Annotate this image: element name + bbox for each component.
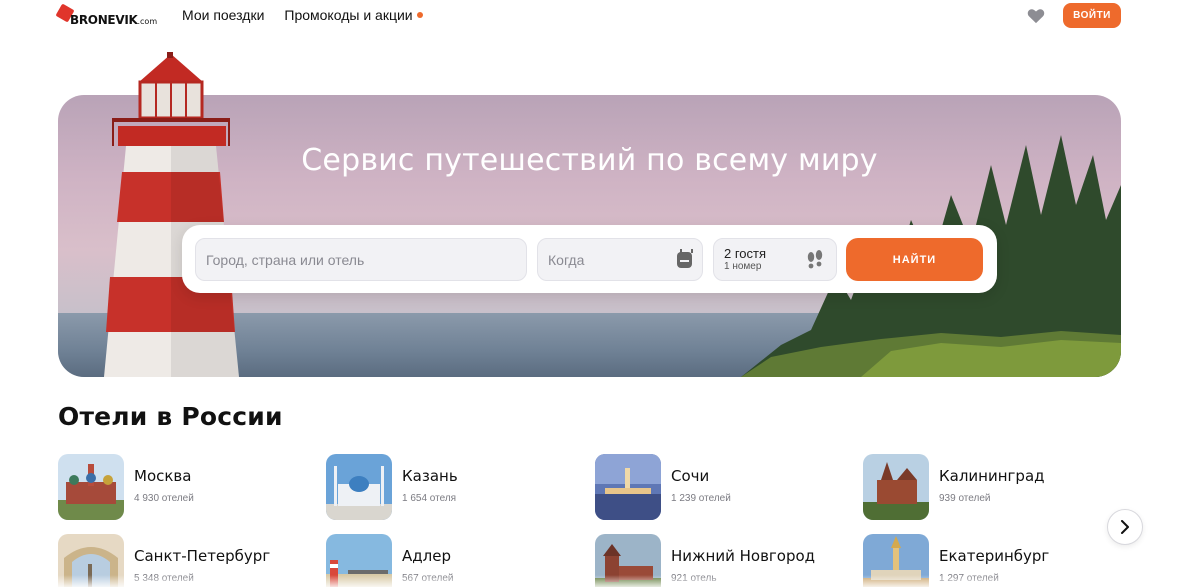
city-name: Адлер xyxy=(402,547,451,565)
guests-selector[interactable]: 2 гостя 1 номер xyxy=(713,238,837,281)
city-name: Нижний Новгород xyxy=(671,547,816,565)
calendar-icon xyxy=(677,249,693,268)
city-name: Москва xyxy=(134,467,192,485)
city-card-adler[interactable]: Адлер 567 отелей xyxy=(326,534,576,587)
nav-my-trips[interactable]: Мои поездки xyxy=(182,7,264,23)
city-hotel-count: 921 отель xyxy=(671,573,717,584)
date-input[interactable]: Когда xyxy=(537,238,703,281)
city-thumb-saint-petersburg xyxy=(58,534,124,587)
nav-promos-label: Промокоды и акции xyxy=(284,7,413,23)
city-card-kaliningrad[interactable]: Калининград 939 отелей xyxy=(863,454,1113,520)
chevron-right-icon xyxy=(1121,520,1129,534)
city-hotel-count: 4 930 отелей xyxy=(134,493,194,504)
guests-count: 2 гостя xyxy=(724,246,767,261)
city-card-saint-petersburg[interactable]: Санкт-Петербург 5 348 отелей xyxy=(58,534,308,587)
carousel-next-button[interactable] xyxy=(1107,509,1143,545)
city-thumb-adler xyxy=(326,534,392,587)
city-name: Сочи xyxy=(671,467,710,485)
date-input-placeholder: Когда xyxy=(548,251,585,268)
city-hotel-count: 1 297 отелей xyxy=(939,573,999,584)
city-thumb-yekaterinburg xyxy=(863,534,929,587)
city-hotel-count: 5 348 отелей xyxy=(134,573,194,584)
destination-input[interactable]: Город, страна или отель xyxy=(195,238,527,281)
logo[interactable]: BRONEVIK.com xyxy=(55,0,158,30)
city-name: Калининград xyxy=(939,467,1045,485)
city-thumb-kazan xyxy=(326,454,392,520)
city-name: Санкт-Петербург xyxy=(134,547,271,565)
city-card-yekaterinburg[interactable]: Екатеринбург 1 297 отелей xyxy=(863,534,1113,587)
nav-promos[interactable]: Промокоды и акции xyxy=(284,7,423,23)
city-hotel-count: 567 отелей xyxy=(402,573,454,584)
section-title: Отели в России xyxy=(58,402,283,431)
city-thumb-sochi xyxy=(595,454,661,520)
search-bar: Город, страна или отель Когда 2 гостя 1 … xyxy=(182,225,997,293)
header: BRONEVIK.com Мои поездки Промокоды и акц… xyxy=(0,0,1200,34)
favorites-heart-icon[interactable] xyxy=(1027,8,1045,24)
rooms-count: 1 номер xyxy=(724,261,762,272)
city-name: Екатеринбург xyxy=(939,547,1050,565)
logo-suffix: .com xyxy=(137,17,158,26)
city-hotel-count: 1 654 отеля xyxy=(402,493,457,504)
city-thumb-kaliningrad xyxy=(863,454,929,520)
city-thumb-moscow xyxy=(58,454,124,520)
search-submit-button[interactable]: НАЙТИ xyxy=(846,238,983,281)
city-card-kazan[interactable]: Казань 1 654 отеля xyxy=(326,454,576,520)
city-card-sochi[interactable]: Сочи 1 239 отелей xyxy=(595,454,845,520)
login-button[interactable]: ВОЙТИ xyxy=(1063,3,1121,28)
lighthouse-image xyxy=(104,52,239,377)
city-card-nizhny-novgorod[interactable]: Нижний Новгород 921 отель xyxy=(595,534,845,587)
city-hotel-count: 1 239 отелей xyxy=(671,493,731,504)
logo-text: BRONEVIK xyxy=(70,13,138,27)
city-name: Казань xyxy=(402,467,458,485)
city-hotel-count: 939 отелей xyxy=(939,493,991,504)
city-thumb-nizhny-novgorod xyxy=(595,534,661,587)
city-card-moscow[interactable]: Москва 4 930 отелей xyxy=(58,454,308,520)
notification-dot-icon xyxy=(416,12,423,18)
footprints-icon xyxy=(807,250,823,269)
main-nav: Мои поездки Промокоды и акции xyxy=(182,7,423,23)
